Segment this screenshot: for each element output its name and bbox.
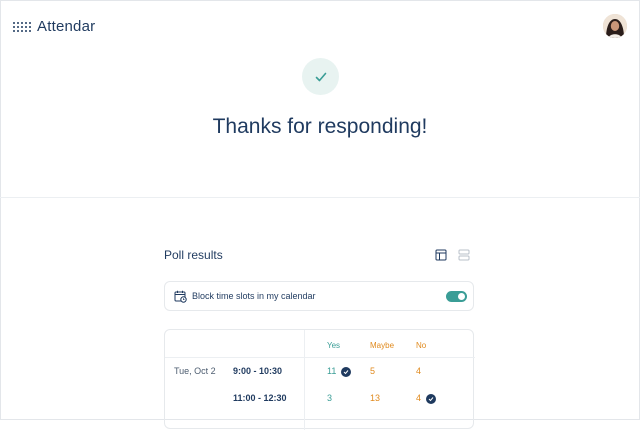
- my-vote-check-icon: [426, 393, 437, 404]
- app-name: Attendar: [37, 18, 96, 35]
- table-view-icon: [435, 249, 447, 261]
- row-time: 9:00 - 10:30: [233, 366, 283, 376]
- success-checkmark-badge: [302, 58, 339, 95]
- table-header-divider: [165, 357, 475, 358]
- yes-count-value: 11: [327, 366, 337, 376]
- column-header-maybe: Maybe: [370, 341, 395, 350]
- app-logo[interactable]: Attendar: [13, 18, 95, 35]
- block-time-slots-toggle[interactable]: [446, 291, 467, 302]
- block-time-slots-label: Block time slots in my calendar: [192, 291, 316, 301]
- no-count[interactable]: 4: [416, 366, 421, 376]
- my-vote-check-icon: [341, 366, 352, 377]
- block-time-slots-card: Block time slots in my calendar: [164, 281, 474, 311]
- row-time: 11:00 - 12:30: [233, 393, 287, 403]
- toggle-knob: [458, 293, 465, 300]
- confirmation-title: Thanks for responding!: [212, 115, 428, 138]
- column-header-no: No: [416, 341, 427, 350]
- poll-results-table: Yes Maybe No Tue, Oct 2 9:00 - 10:30 11 …: [164, 329, 475, 430]
- section-divider: [0, 197, 640, 198]
- table-view-button[interactable]: [434, 248, 448, 262]
- user-avatar-icon[interactable]: [603, 14, 627, 38]
- list-view-button[interactable]: [457, 248, 471, 262]
- maybe-count[interactable]: 13: [370, 393, 380, 403]
- checkmark-icon: [315, 72, 326, 81]
- column-header-yes: Yes: [327, 341, 341, 350]
- list-view-icon: [458, 249, 470, 261]
- poll-results-heading: Poll results: [164, 248, 223, 262]
- table-column-divider: [304, 330, 305, 430]
- row-date: Tue, Oct 2: [174, 366, 216, 376]
- no-count-value: 4: [416, 393, 422, 403]
- calendar-clock-icon: [174, 290, 187, 303]
- maybe-count[interactable]: 5: [370, 366, 375, 376]
- no-count[interactable]: 4: [416, 393, 437, 404]
- yes-count[interactable]: 11: [327, 366, 352, 377]
- yes-count[interactable]: 3: [327, 393, 332, 403]
- dot-grid-logo-icon: [13, 21, 31, 32]
